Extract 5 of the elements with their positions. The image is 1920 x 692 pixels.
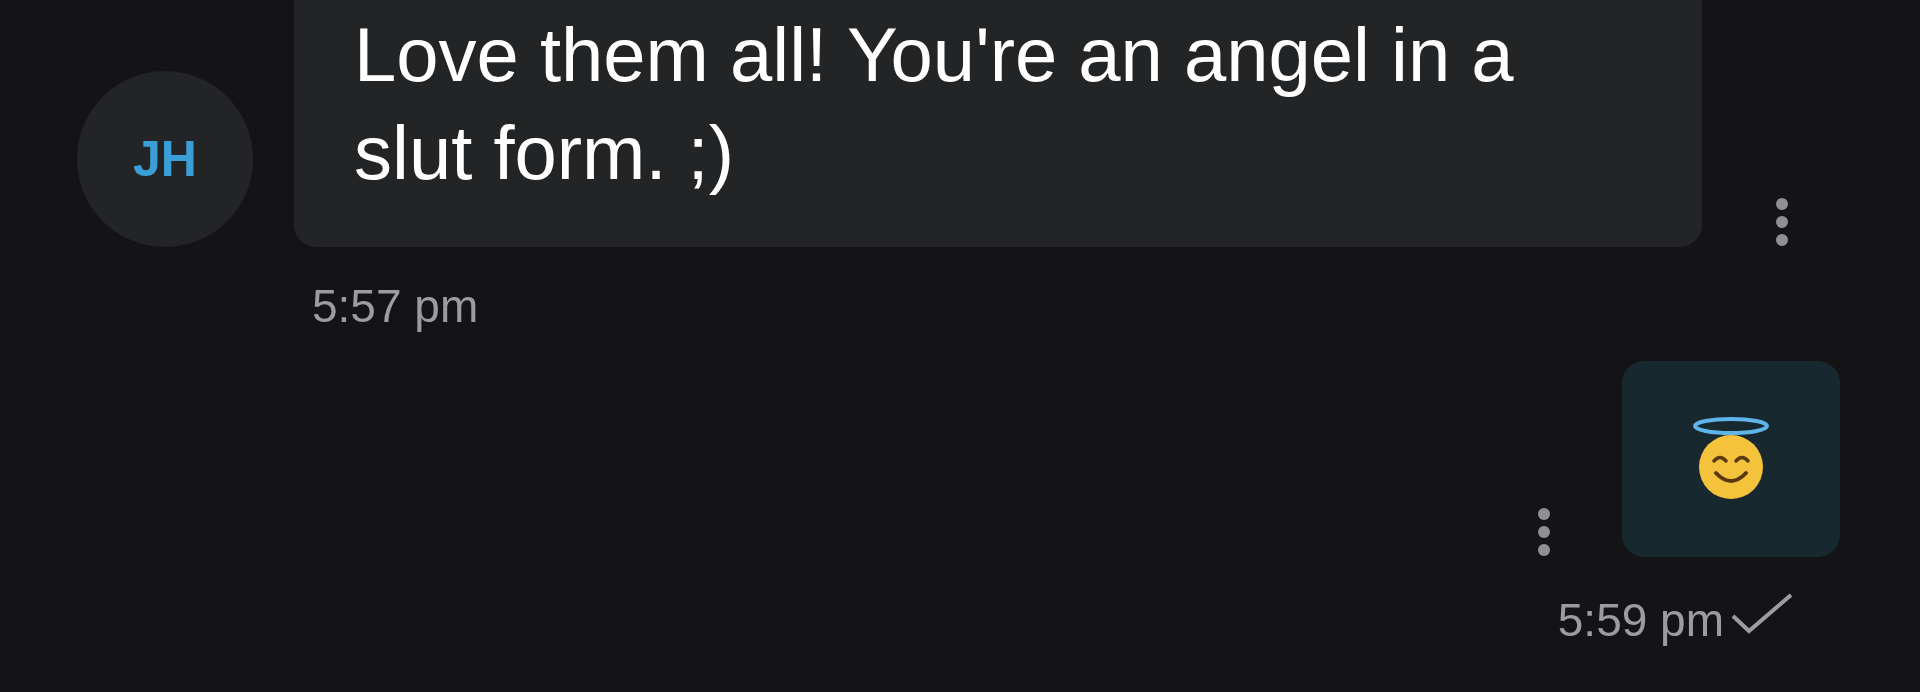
message-bubble: Love them all! You're an angel in a slut form. ;) xyxy=(294,0,1702,247)
more-options-icon[interactable] xyxy=(1774,197,1790,247)
avatar: JH xyxy=(77,71,253,247)
more-options-icon[interactable] xyxy=(1536,507,1552,557)
angel-emoji-icon xyxy=(1692,417,1770,501)
